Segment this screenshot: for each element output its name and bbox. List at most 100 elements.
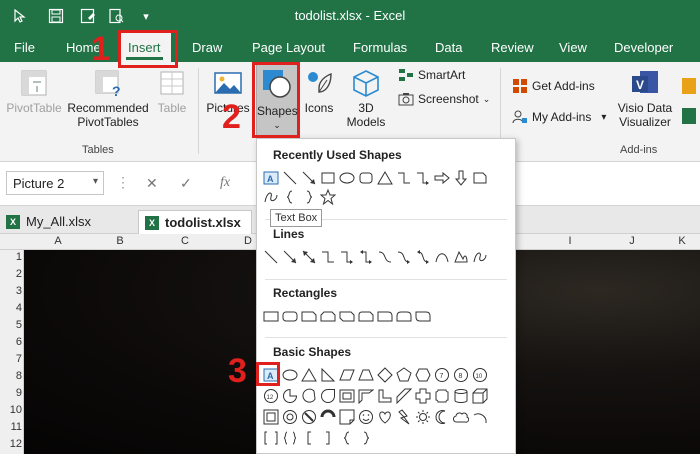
no-symbol-icon[interactable] bbox=[301, 409, 317, 425]
donut-icon[interactable] bbox=[282, 409, 298, 425]
workbook-tab-my-all[interactable]: X My_All.xlsx bbox=[0, 210, 101, 234]
visio-data-visualizer-button[interactable]: V Visio Data Visualizer bbox=[614, 68, 676, 129]
pie-icon[interactable] bbox=[282, 388, 298, 404]
oval-icon[interactable] bbox=[282, 367, 298, 383]
snip-diagonal-icon[interactable] bbox=[339, 308, 355, 324]
lightning-bolt-icon[interactable] bbox=[396, 409, 412, 425]
snip-same-side-icon[interactable] bbox=[320, 308, 336, 324]
plaque-icon[interactable] bbox=[434, 388, 450, 404]
row-header[interactable]: 10 bbox=[0, 404, 22, 416]
text-box-icon[interactable]: A bbox=[263, 170, 279, 186]
row-header[interactable]: 6 bbox=[0, 336, 22, 348]
tab-page-layout[interactable]: Page Layout bbox=[252, 40, 325, 55]
moon-icon[interactable] bbox=[434, 409, 450, 425]
left-brace-icon[interactable] bbox=[282, 189, 298, 205]
down-arrow-icon[interactable] bbox=[453, 170, 469, 186]
name-box[interactable]: Picture 2 ▾ bbox=[6, 171, 104, 195]
snip-round-icon[interactable] bbox=[358, 308, 374, 324]
elbow-arrow-icon[interactable] bbox=[339, 249, 355, 265]
folded-corner-icon[interactable] bbox=[339, 409, 355, 425]
row-header[interactable]: 3 bbox=[0, 285, 22, 297]
curved-double-arrow-icon[interactable] bbox=[415, 249, 431, 265]
curve-icon[interactable] bbox=[263, 189, 279, 205]
arc-icon[interactable] bbox=[472, 409, 488, 425]
oval-icon[interactable] bbox=[339, 170, 355, 186]
tab-file[interactable]: File bbox=[14, 40, 35, 55]
elbow-double-arrow-icon[interactable] bbox=[358, 249, 374, 265]
hexagon-icon[interactable] bbox=[415, 367, 431, 383]
column-header-i[interactable]: I bbox=[540, 235, 600, 247]
rounded-rectangle-icon[interactable] bbox=[282, 308, 298, 324]
decagon-icon[interactable]: 10 bbox=[472, 367, 488, 383]
cancel-icon[interactable]: ✕ bbox=[146, 175, 158, 192]
elbow-connector-icon[interactable] bbox=[396, 170, 412, 186]
right-brace-icon[interactable] bbox=[301, 189, 317, 205]
double-arrow-line-icon[interactable] bbox=[301, 249, 317, 265]
column-header-k[interactable]: K bbox=[664, 235, 700, 247]
tab-draw[interactable]: Draw bbox=[192, 40, 222, 55]
frame-icon[interactable] bbox=[339, 388, 355, 404]
right-brace-icon[interactable] bbox=[358, 430, 374, 446]
can-icon[interactable] bbox=[453, 388, 469, 404]
cross-icon[interactable] bbox=[415, 388, 431, 404]
trapezoid-icon[interactable] bbox=[358, 367, 374, 383]
elbow-arrow-icon[interactable] bbox=[415, 170, 431, 186]
pentagon-icon[interactable] bbox=[396, 367, 412, 383]
recommended-pivottables-button[interactable]: ? Recommended PivotTables bbox=[62, 68, 154, 129]
column-header-j[interactable]: J bbox=[602, 235, 662, 247]
screenshot-button[interactable]: Screenshot ⌄ bbox=[398, 92, 490, 106]
round-same-side-icon[interactable] bbox=[396, 308, 412, 324]
left-brace-icon[interactable] bbox=[339, 430, 355, 446]
chord-icon[interactable] bbox=[301, 388, 317, 404]
double-bracket-icon[interactable] bbox=[263, 430, 279, 446]
diagonal-stripe-icon[interactable] bbox=[396, 388, 412, 404]
curve-icon[interactable] bbox=[434, 249, 450, 265]
triangle-icon[interactable] bbox=[301, 367, 317, 383]
enter-icon[interactable]: ✓ bbox=[180, 175, 192, 192]
column-header-b[interactable]: B bbox=[90, 235, 150, 247]
row-header[interactable]: 9 bbox=[0, 387, 22, 399]
teardrop-icon[interactable] bbox=[320, 388, 336, 404]
row-header[interactable]: 2 bbox=[0, 268, 22, 280]
row-header[interactable]: 4 bbox=[0, 302, 22, 314]
octagon-icon[interactable]: 8 bbox=[453, 367, 469, 383]
half-frame-icon[interactable] bbox=[358, 388, 374, 404]
cube-shape-icon[interactable] bbox=[472, 388, 488, 404]
round-diagonal-icon[interactable] bbox=[415, 308, 431, 324]
insert-function-icon[interactable]: fx bbox=[220, 175, 230, 191]
row-header[interactable]: 11 bbox=[0, 421, 22, 433]
double-brace-icon[interactable] bbox=[282, 430, 298, 446]
arrow-line-icon[interactable] bbox=[301, 170, 317, 186]
tab-formulas[interactable]: Formulas bbox=[353, 40, 407, 55]
sun-icon[interactable] bbox=[415, 409, 431, 425]
tab-review[interactable]: Review bbox=[491, 40, 534, 55]
arrow-line-icon[interactable] bbox=[282, 249, 298, 265]
tab-view[interactable]: View bbox=[559, 40, 587, 55]
scribble-icon[interactable] bbox=[472, 249, 488, 265]
curved-connector-icon[interactable] bbox=[377, 249, 393, 265]
column-header-c[interactable]: C bbox=[155, 235, 215, 247]
heart-icon[interactable] bbox=[377, 409, 393, 425]
row-header[interactable]: 5 bbox=[0, 319, 22, 331]
snip-single-corner-icon[interactable] bbox=[301, 308, 317, 324]
right-arrow-icon[interactable] bbox=[434, 170, 450, 186]
pivottable-button[interactable]: PivotTable bbox=[6, 68, 62, 115]
rectangle-icon[interactable] bbox=[320, 170, 336, 186]
more-options-icon[interactable]: ⋮ bbox=[116, 174, 130, 191]
block-arc-icon[interactable] bbox=[320, 409, 336, 425]
3d-models-button[interactable]: 3D Models bbox=[340, 68, 392, 129]
get-addins-button[interactable]: Get Add-ins bbox=[512, 78, 595, 94]
table-button[interactable]: Table bbox=[154, 68, 190, 115]
tab-data[interactable]: Data bbox=[435, 40, 462, 55]
row-header[interactable]: 8 bbox=[0, 370, 22, 382]
parallelogram-icon[interactable] bbox=[339, 367, 355, 383]
rectangle-icon[interactable] bbox=[263, 308, 279, 324]
round-single-corner-icon[interactable] bbox=[377, 308, 393, 324]
right-triangle-icon[interactable] bbox=[320, 367, 336, 383]
l-shape-icon[interactable] bbox=[377, 388, 393, 404]
bevel-icon[interactable] bbox=[263, 409, 279, 425]
name-box-dropdown-icon[interactable]: ▾ bbox=[93, 176, 98, 187]
left-bracket-icon[interactable] bbox=[301, 430, 317, 446]
tab-developer[interactable]: Developer bbox=[614, 40, 673, 55]
line-shape-icon[interactable] bbox=[282, 170, 298, 186]
